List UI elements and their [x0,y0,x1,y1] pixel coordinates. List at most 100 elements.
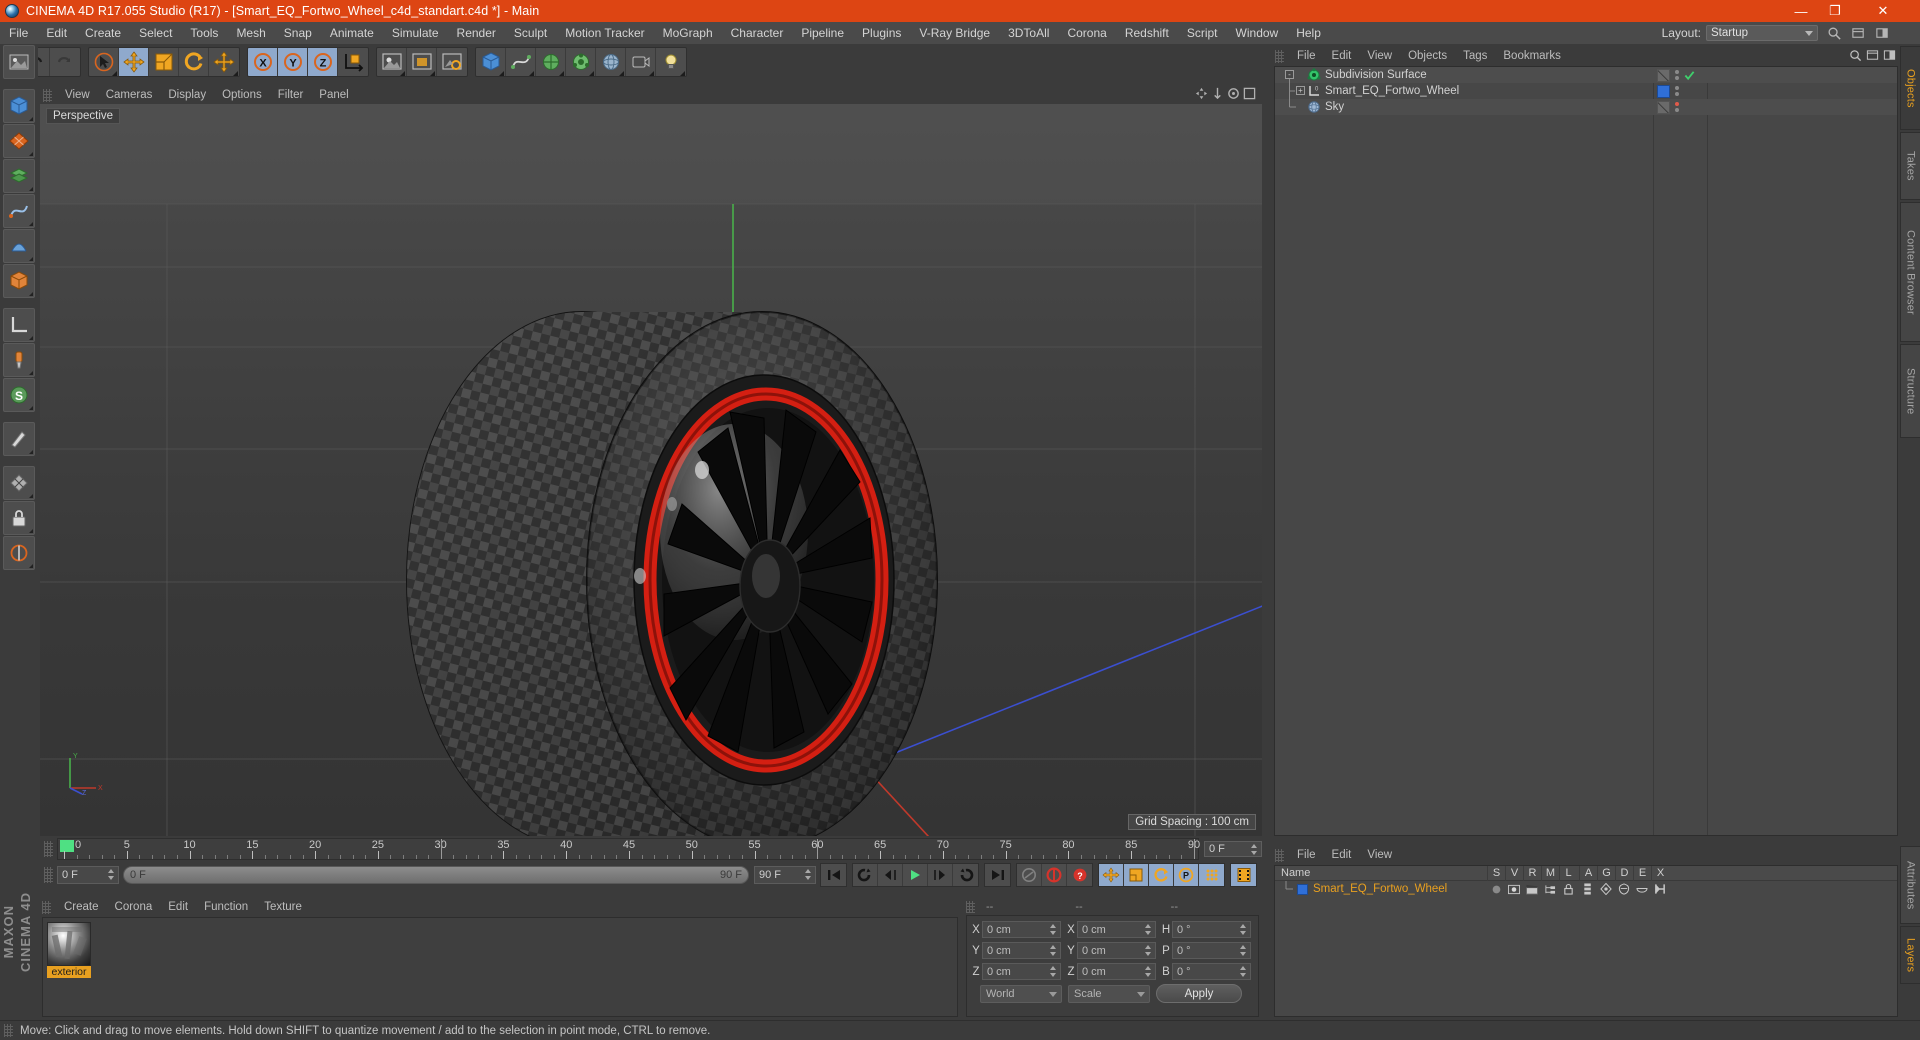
material-menu-corona[interactable]: Corona [107,898,161,917]
array-generator-button[interactable] [3,159,35,193]
play-forward-loop-button[interactable] [953,864,978,886]
primitive-cube-button[interactable] [3,89,35,123]
add-deformer-button[interactable] [566,48,596,76]
coordinate-manager-grip[interactable] [966,900,975,913]
start-frame-field[interactable]: 0 F [57,866,119,884]
size-x-input[interactable]: 0 cm [1077,921,1156,938]
lock-z-axis-button[interactable]: Z [308,48,338,76]
menu-redshift[interactable]: Redshift [1116,22,1178,44]
menu-edit[interactable]: Edit [37,22,76,44]
restore-window-icon[interactable] [1851,26,1866,41]
play-button[interactable] [903,864,928,886]
layer-toggle-animation[interactable] [1579,882,1597,896]
menu-3dtoall[interactable]: 3DToAll [999,22,1058,44]
stepper-arrows-icon[interactable] [108,869,115,880]
key-rotation-button[interactable] [1149,864,1174,886]
autokey-button[interactable] [1017,864,1042,886]
keyframe-selection-button[interactable]: ? [1067,864,1092,886]
layer-toggle-xref[interactable] [1651,882,1669,896]
visibility-dots-icon[interactable] [1675,70,1679,80]
key-parameter-button[interactable]: P [1174,864,1199,886]
stepper-arrows-icon[interactable] [1145,924,1152,935]
menu-character[interactable]: Character [722,22,793,44]
object-tag-placeholder[interactable] [1657,68,1670,82]
go-to-end-button[interactable] [985,864,1010,886]
layer-column-a[interactable]: A [1579,866,1597,881]
object-row-subdivision-surface[interactable]: - Subdivision Surface [1275,67,1897,83]
status-bar-grip[interactable] [4,1024,13,1037]
tab-structure[interactable]: Structure [1900,344,1920,438]
layer-column-s[interactable]: S [1487,866,1505,881]
layer-manager-grip[interactable] [1275,849,1284,862]
render-picture-viewer-button[interactable] [3,45,35,79]
lock-x-axis-button[interactable]: X [248,48,278,76]
add-cube-button[interactable] [476,48,506,76]
layer-menu-edit[interactable]: Edit [1324,846,1360,865]
viewport-menu-options[interactable]: Options [214,86,270,104]
previous-frame-button[interactable] [878,864,903,886]
knife-tool-button[interactable] [3,422,35,456]
render-settings-button[interactable] [437,48,467,76]
material-menu-texture[interactable]: Texture [256,898,310,917]
go-to-start-button[interactable] [821,864,846,886]
maximize-button[interactable]: ❐ [1818,0,1852,22]
move-tool-button[interactable] [119,48,149,76]
layer-menu-file[interactable]: File [1289,846,1324,865]
playbar-grip[interactable] [44,867,53,883]
object-menu-objects[interactable]: Objects [1400,46,1455,66]
object-tag-placeholder[interactable] [1657,100,1670,114]
search-icon[interactable] [1849,49,1862,62]
object-menu-bookmarks[interactable]: Bookmarks [1495,46,1569,66]
snap-settings-button[interactable] [3,466,35,500]
render-region-button[interactable] [407,48,437,76]
menu-animate[interactable]: Animate [321,22,383,44]
menu-select[interactable]: Select [130,22,181,44]
position-y-input[interactable]: 0 cm [982,942,1061,959]
open-timeline-button[interactable] [1231,864,1256,886]
layer-column-v[interactable]: V [1505,866,1523,881]
nurbs-generator-button[interactable] [3,229,35,263]
size-y-input[interactable]: 0 cm [1077,942,1156,959]
visibility-dots-icon[interactable] [1675,86,1679,96]
material-menu-create[interactable]: Create [56,898,107,917]
material-manager-body[interactable]: exterior [42,917,958,1017]
tab-content-browser[interactable]: Content Browser [1900,202,1920,342]
live-selection-tool-button[interactable] [89,48,119,76]
scale-view-icon[interactable] [1211,87,1224,100]
layer-column-m[interactable]: M [1541,866,1559,881]
end-frame-field[interactable]: 90 F [754,866,816,884]
layer-column-l[interactable]: L [1559,866,1577,881]
menu-mesh[interactable]: Mesh [227,22,274,44]
menu-mograph[interactable]: MoGraph [654,22,722,44]
add-generator-button[interactable] [536,48,566,76]
rotation-h-input[interactable]: 0 ° [1172,921,1251,938]
rotate-tool-button[interactable] [179,48,209,76]
object-menu-view[interactable]: View [1359,46,1400,66]
stepper-arrows-icon[interactable] [1240,966,1247,977]
menu-tools[interactable]: Tools [181,22,227,44]
viewport-menu-panel[interactable]: Panel [311,86,356,104]
menu-create[interactable]: Create [76,22,130,44]
object-menu-tags[interactable]: Tags [1455,46,1495,66]
lock-workplane-button[interactable] [3,501,35,535]
minimize-panel-icon[interactable] [1866,49,1879,62]
position-x-input[interactable]: 0 cm [982,921,1061,938]
tab-attributes[interactable]: Attributes [1900,846,1920,924]
add-environment-button[interactable] [596,48,626,76]
menu-render[interactable]: Render [448,22,505,44]
expand-panel-icon[interactable] [1883,49,1896,62]
menu-corona[interactable]: Corona [1058,22,1115,44]
menu-file[interactable]: File [0,22,37,44]
layer-toggle-render[interactable] [1523,882,1541,896]
key-position-button[interactable] [1099,864,1124,886]
layer-manager-body[interactable]: Name S V R M L A G D E X Smart_EQ_Fortwo… [1274,865,1898,1017]
timeline-frame-field[interactable]: 0 F [1204,841,1262,857]
menu-pipeline[interactable]: Pipeline [792,22,853,44]
material-menu-edit[interactable]: Edit [160,898,196,917]
lock-y-axis-button[interactable]: Y [278,48,308,76]
maximize-viewport-icon[interactable] [1243,87,1256,100]
stepper-arrows-icon[interactable] [1050,924,1057,935]
object-manager-grip[interactable] [1275,49,1284,63]
layer-column-r[interactable]: R [1523,866,1541,881]
modeling-object-button[interactable] [3,264,35,298]
